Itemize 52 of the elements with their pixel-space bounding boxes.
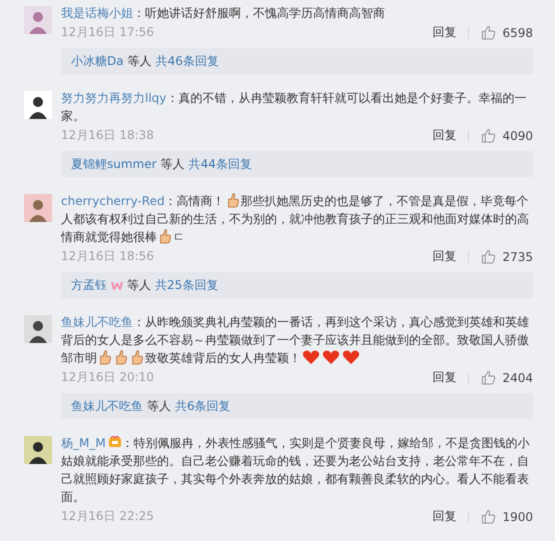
reply-label: 等人 (128, 53, 152, 70)
username-link[interactable]: 杨_M_M (61, 436, 106, 450)
like-icon[interactable] (481, 249, 496, 264)
comment-text: 杨_M_M ：特别佩服冉，外表性感骚气，实则是个贤妻良母，嫁给邹，不是贪图钱的小姑娘就能承受那些的。自己老公赚着玩命的钱，还要为老公站台支持，老公常年不在，自己就照顾好家庭孩子，其实每个外表奔放的姑娘，都有颗善良柔软的内心。看人不能看表面。 (61, 435, 531, 506)
like-count: 6598 (502, 26, 533, 40)
comment-time: 12月16日 22:25 (61, 508, 154, 525)
comment-text: 我是话梅小姐：听她讲话好舒服啊，不愧高学历高情商高智商 (61, 5, 386, 22)
like-icon[interactable] (481, 128, 496, 143)
like-icon[interactable] (481, 370, 496, 385)
reply-link[interactable]: 回复 (432, 24, 456, 41)
thumbs-up-icon (114, 349, 128, 365)
thumbs-up-icon (98, 349, 112, 365)
comment-text: 鱼妹儿不吃鱼：从昨晚颁奖典礼冉莹颖的一番话，再到这个采访，真心感觉到英雄和英雄背后的女人是多么不容易～冉莹颖做到了一个妻子应该并且能做到的全部。致敬国人骄傲邹市明 致敬英雄背后的女人冉莹颖！ (61, 314, 530, 367)
heart-icon (322, 349, 340, 365)
reply-label: 等人 (127, 277, 151, 294)
reply-count-link[interactable]: 共25条回复 (155, 272, 218, 298)
thumbs-up-icon (158, 228, 172, 244)
reply-count-link[interactable]: 共44条回复 (188, 151, 252, 177)
comment-time: 12月16日 18:56 (61, 248, 154, 265)
username-link[interactable]: 夏锦鲤summer (71, 151, 157, 177)
heart-icon (302, 349, 320, 365)
comment-time: 12月16日 18:38 (61, 127, 154, 144)
like-icon[interactable] (481, 509, 496, 524)
thumbs-up-icon (130, 349, 144, 365)
username-link[interactable]: 鱼妹儿不吃鱼 (71, 393, 143, 419)
comment-text: cherrycherry-Red：高情商！ 那些扒她黑历史的也是够了，不管是真是假，毕竟每个人都该有权利过自己新的生活，不为别的，就冲他教育孩子的正三观和他面对媒体时的高情商就觉得她很棒 ㄷ (61, 192, 530, 246)
badge-icon (108, 436, 122, 448)
reply-label: 等人 (147, 398, 171, 415)
reply-count-link[interactable]: 共6条回复 (175, 393, 231, 419)
like-count: 2735 (502, 250, 533, 264)
reply-link[interactable]: 回复 (432, 127, 456, 144)
username-link[interactable]: 努力努力再努力llqy (61, 91, 166, 105)
username-link[interactable]: 小冰糖Da (71, 48, 124, 74)
like-count: 2404 (502, 370, 533, 384)
username-link[interactable]: 方孟钰 (71, 272, 107, 298)
reply-link[interactable]: 回复 (432, 508, 456, 525)
reply-link[interactable]: 回复 (432, 248, 456, 265)
username-link[interactable]: 我是话梅小姐 (61, 6, 133, 20)
reply-label: 等人 (160, 156, 185, 173)
comment-time: 12月16日 17:56 (61, 24, 154, 41)
like-count: 1900 (502, 510, 533, 524)
comment-text: 努力努力再努力llqy：真的不错，从冉莹颖教育轩轩就可以看出她是个好妻子。幸福的一家。 (61, 90, 528, 125)
reply-count-link[interactable]: 共46条回复 (156, 48, 219, 74)
comment-time: 12月16日 20:10 (61, 369, 154, 386)
like-count: 4090 (502, 128, 533, 142)
reply-link[interactable]: 回复 (432, 369, 456, 386)
username-link[interactable]: 鱼妹儿不吃鱼 (61, 315, 133, 329)
username-link[interactable]: cherrycherry-Red (61, 194, 165, 208)
thumbs-up-icon (226, 192, 240, 208)
like-icon[interactable] (481, 25, 496, 40)
heart-icon (342, 349, 360, 365)
badge-icon (111, 280, 123, 290)
